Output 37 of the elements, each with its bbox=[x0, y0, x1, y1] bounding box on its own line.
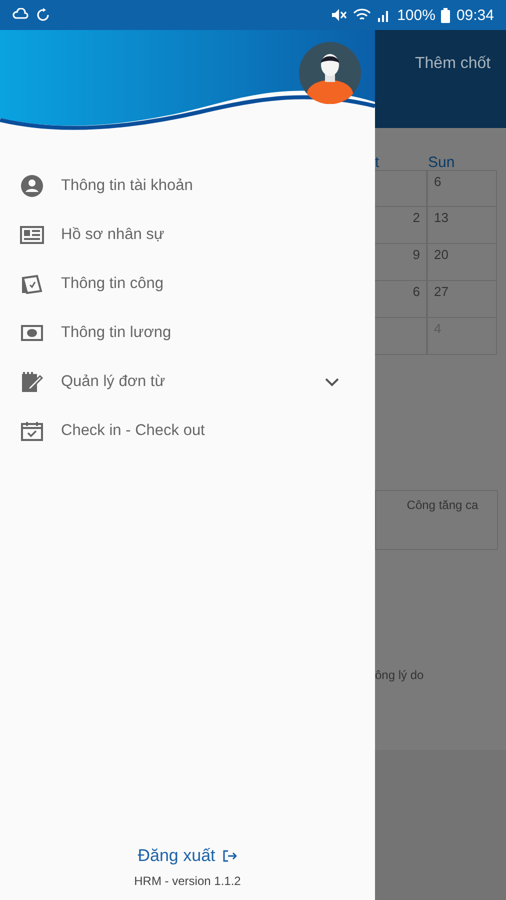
avatar-icon[interactable] bbox=[299, 42, 361, 104]
notepad-check-icon bbox=[20, 274, 44, 294]
calendar-cell[interactable]: 27 bbox=[427, 281, 497, 318]
calendar-cell[interactable] bbox=[375, 318, 427, 355]
day-header: Sun bbox=[427, 154, 456, 170]
calendar-cell[interactable]: 9 bbox=[375, 244, 427, 281]
calendar-cell[interactable]: 20 bbox=[427, 244, 497, 281]
calendar-cell[interactable] bbox=[375, 170, 427, 207]
wifi-icon bbox=[353, 8, 372, 22]
account-icon bbox=[20, 174, 44, 196]
menu-item[interactable]: Check in - Check out bbox=[0, 406, 375, 455]
version-text: HRM - version 1.1.2 bbox=[134, 874, 241, 888]
sync-icon bbox=[36, 8, 50, 22]
calendar-cell[interactable]: 2 bbox=[375, 207, 427, 244]
menu-item[interactable]: Thông tin tài khoản bbox=[0, 161, 375, 210]
menu-item[interactable]: Hồ sơ nhân sự bbox=[0, 210, 375, 259]
banknote-icon bbox=[20, 324, 44, 340]
calendar-cell[interactable]: 6 bbox=[427, 170, 497, 207]
calendar-cell[interactable]: 13 bbox=[427, 207, 497, 244]
day-header: t bbox=[375, 154, 380, 170]
menu-item[interactable]: Thông tin công bbox=[0, 259, 375, 308]
id-card-icon bbox=[20, 226, 44, 244]
card-label: Công tăng ca bbox=[406, 498, 478, 512]
pencil-notebook-icon bbox=[20, 370, 44, 392]
app-bar-action[interactable]: Thêm chốt bbox=[415, 55, 491, 73]
battery-percent: 100% bbox=[397, 6, 436, 24]
clock: 09:34 bbox=[456, 6, 494, 24]
logout-link[interactable]: Đăng xuất bbox=[138, 846, 238, 866]
calendar-cell[interactable]: 6 bbox=[375, 281, 427, 318]
note-text: ông lý do bbox=[375, 668, 425, 682]
mute-icon bbox=[331, 8, 348, 22]
menu-item[interactable]: Quản lý đơn từ bbox=[0, 357, 375, 406]
calendar-check-icon bbox=[20, 420, 44, 440]
menu-item[interactable]: Thông tin lương bbox=[0, 308, 375, 357]
battery-icon bbox=[441, 8, 450, 22]
logout-icon bbox=[223, 850, 238, 862]
cloud-icon bbox=[12, 8, 30, 22]
